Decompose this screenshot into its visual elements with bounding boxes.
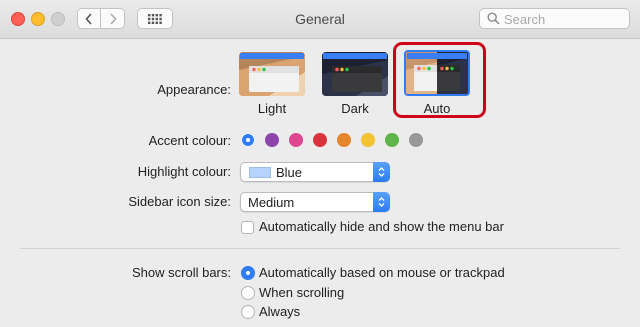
highlight-colour-label: Highlight colour: <box>137 164 231 179</box>
appearance-light-thumbnail[interactable] <box>239 52 305 96</box>
scroll-auto-label[interactable]: Automatically based on mouse or trackpad <box>259 265 505 280</box>
scroll-bars-label: Show scroll bars: <box>132 265 231 280</box>
accent-swatch[interactable] <box>385 133 399 147</box>
menubar-autohide-checkbox[interactable] <box>241 221 254 234</box>
accent-swatch[interactable] <box>361 133 375 147</box>
selected-dot-icon <box>246 138 250 142</box>
scroll-when-scrolling-label[interactable]: When scrolling <box>259 285 344 300</box>
scroll-always-label[interactable]: Always <box>259 304 300 319</box>
appearance-light-label[interactable]: Light <box>232 101 312 116</box>
highlight-colour-popup[interactable]: Blue <box>240 162 390 182</box>
highlight-colour-value: Blue <box>276 165 303 180</box>
accent-swatch[interactable] <box>313 133 327 147</box>
popup-stepper <box>373 162 390 182</box>
scroll-always-radio[interactable] <box>241 305 255 319</box>
search-icon <box>487 12 500 25</box>
auto-highlight-frame <box>393 42 486 118</box>
up-down-chevron-icon <box>378 167 385 177</box>
accent-colour-label: Accent colour: <box>148 133 231 148</box>
title-bar: General <box>0 0 640 39</box>
scroll-auto-radio[interactable] <box>241 266 255 280</box>
light-theme-preview-icon <box>239 52 305 96</box>
menubar-autohide-label[interactable]: Automatically hide and show the menu bar <box>259 219 504 234</box>
appearance-dark-thumbnail[interactable] <box>322 52 388 96</box>
accent-swatch[interactable] <box>337 133 351 147</box>
up-down-chevron-icon <box>378 197 385 207</box>
accent-swatch[interactable] <box>241 133 255 147</box>
dark-theme-preview-icon <box>322 52 388 96</box>
popup-stepper <box>373 192 390 212</box>
accent-swatch[interactable] <box>289 133 303 147</box>
appearance-label: Appearance: <box>157 82 231 97</box>
separator <box>20 248 620 249</box>
sidebar-icon-size-label: Sidebar icon size: <box>128 194 231 209</box>
sidebar-icon-size-value: Medium <box>248 195 295 210</box>
sidebar-icon-size-popup[interactable]: Medium <box>240 192 390 212</box>
accent-swatch[interactable] <box>409 133 423 147</box>
scroll-when-scrolling-radio[interactable] <box>241 286 255 300</box>
highlight-colour-chip <box>249 167 271 178</box>
appearance-dark-label[interactable]: Dark <box>315 101 395 116</box>
search-input[interactable] <box>502 11 626 28</box>
search-field[interactable] <box>479 8 630 29</box>
accent-swatch[interactable] <box>265 133 279 147</box>
